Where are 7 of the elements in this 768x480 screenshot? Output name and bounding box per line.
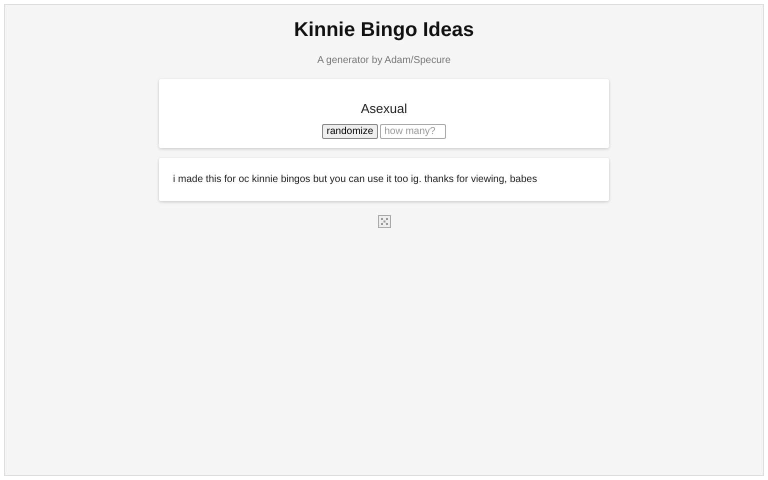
subtitle: A generator by Adam/Specure <box>317 55 451 66</box>
note-text: i made this for oc kinnie bingos but you can use it too ig. thanks for viewing, babes <box>173 174 538 185</box>
count-field[interactable]: how many? <box>380 124 446 139</box>
dice-icon <box>378 215 390 228</box>
randomize-button[interactable]: randomize <box>322 124 378 139</box>
result-text: Asexual <box>360 101 408 116</box>
page-title: Kinnie Bingo Ideas <box>294 19 474 42</box>
